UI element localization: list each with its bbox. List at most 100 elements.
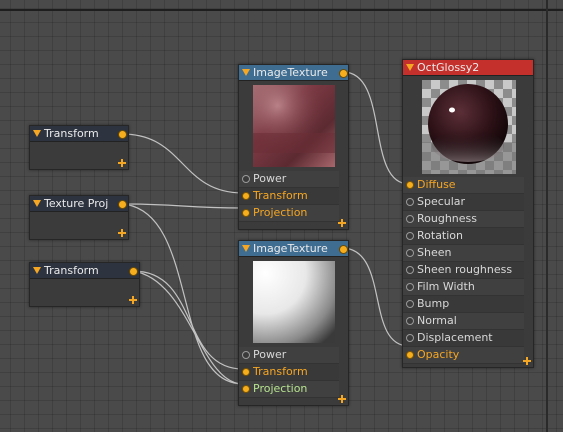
pin-projection[interactable]: Projection <box>239 205 339 222</box>
pin-transform[interactable]: Transform <box>239 364 339 381</box>
pin-normal[interactable]: Normal <box>403 313 524 330</box>
resize-handle-icon[interactable] <box>338 219 346 227</box>
image-texture-node-2[interactable]: ImageTexture Power Transform Projection <box>238 240 349 406</box>
pin-label: Opacity <box>417 348 460 361</box>
pin-socket-icon[interactable] <box>406 249 414 257</box>
collapse-triangle-icon[interactable] <box>33 267 41 274</box>
pin-label: Film Width <box>417 280 475 293</box>
pin-label: Transform <box>253 189 308 202</box>
pin-socket-icon[interactable] <box>242 368 250 376</box>
pin-socket-icon[interactable] <box>406 351 414 359</box>
pin-label: Projection <box>253 206 308 219</box>
pin-socket-icon[interactable] <box>406 334 414 342</box>
pin-label: Roughness <box>417 212 478 225</box>
input-pin-list: Power Transform Projection <box>239 171 339 222</box>
pin-label: Specular <box>417 195 466 208</box>
transform-node-1[interactable]: Transform <box>29 125 129 170</box>
output-pin-icon[interactable] <box>339 69 348 78</box>
pin-film-width[interactable]: Film Width <box>403 279 524 296</box>
pin-projection[interactable]: Projection <box>239 381 339 398</box>
pin-sheen[interactable]: Sheen <box>403 245 524 262</box>
pin-power[interactable]: Power <box>239 171 339 188</box>
wire-transform1-to-imagetexture1-transform <box>121 133 244 194</box>
input-pin-list: Power Transform Projection <box>239 347 339 398</box>
wire-textureproj-to-imagetexture2-projection <box>121 203 244 385</box>
output-pin-icon[interactable] <box>129 267 138 276</box>
node-header[interactable]: ImageTexture <box>239 241 348 257</box>
pin-socket-icon[interactable] <box>242 175 250 183</box>
pin-label: Sheen roughness <box>417 263 513 276</box>
node-header[interactable]: ImageTexture <box>239 65 348 81</box>
transform-node-2[interactable]: Transform <box>29 262 140 307</box>
collapse-triangle-icon[interactable] <box>242 245 250 252</box>
pin-socket-icon[interactable] <box>406 317 414 325</box>
oct-glossy-material-node[interactable]: OctGlossy2 Diffuse Specular Roughness Ro… <box>402 59 534 368</box>
output-pin-icon[interactable] <box>339 245 348 254</box>
pin-displacement[interactable]: Displacement <box>403 330 524 347</box>
node-title: ImageTexture <box>253 242 328 255</box>
node-title: Transform <box>44 127 99 140</box>
node-header[interactable]: Transform <box>30 126 128 142</box>
pin-label: Normal <box>417 314 457 327</box>
pin-socket-icon[interactable] <box>242 385 250 393</box>
canvas-right-divider <box>546 0 548 432</box>
pin-socket-icon[interactable] <box>242 351 250 359</box>
pin-label: Power <box>253 348 287 361</box>
pin-socket-icon[interactable] <box>406 215 414 223</box>
pin-label: Diffuse <box>417 178 456 191</box>
texture-preview-image <box>253 261 335 343</box>
texture-proj-node[interactable]: Texture Proj <box>29 195 129 240</box>
collapse-triangle-icon[interactable] <box>242 69 250 76</box>
image-texture-node-1[interactable]: ImageTexture Power Transform Projection <box>238 64 349 230</box>
node-title: OctGlossy2 <box>417 61 480 74</box>
collapse-triangle-icon[interactable] <box>33 200 41 207</box>
pin-socket-icon[interactable] <box>406 232 414 240</box>
output-pin-icon[interactable] <box>118 130 127 139</box>
pin-power[interactable]: Power <box>239 347 339 364</box>
node-header[interactable]: Transform <box>30 263 139 279</box>
pin-socket-icon[interactable] <box>242 192 250 200</box>
wire-textureproj-to-imagetexture1-projection <box>121 203 244 209</box>
collapse-triangle-icon[interactable] <box>33 130 41 137</box>
resize-handle-icon[interactable] <box>129 296 137 304</box>
pin-socket-icon[interactable] <box>406 266 414 274</box>
node-title: Texture Proj <box>44 197 109 210</box>
pin-bump[interactable]: Bump <box>403 296 524 313</box>
pin-socket-icon[interactable] <box>406 300 414 308</box>
node-header[interactable]: Texture Proj <box>30 196 128 212</box>
pin-label: Projection <box>253 382 308 395</box>
pin-specular[interactable]: Specular <box>403 194 524 211</box>
collapse-triangle-icon[interactable] <box>406 64 414 71</box>
resize-handle-icon[interactable] <box>523 357 531 365</box>
pin-diffuse[interactable]: Diffuse <box>403 177 524 194</box>
resize-handle-icon[interactable] <box>118 229 126 237</box>
pin-label: Bump <box>417 297 450 310</box>
pin-label: Displacement <box>417 331 493 344</box>
resize-handle-icon[interactable] <box>118 159 126 167</box>
pin-rotation[interactable]: Rotation <box>403 228 524 245</box>
canvas-top-divider <box>0 9 563 11</box>
pin-sheen-roughness[interactable]: Sheen roughness <box>403 262 524 279</box>
input-pin-list: Diffuse Specular Roughness Rotation Shee… <box>403 177 524 364</box>
wire-imagetexture2-to-opacity <box>342 247 410 347</box>
pin-transform[interactable]: Transform <box>239 188 339 205</box>
wire-imagetexture1-to-diffuse <box>342 71 410 185</box>
pin-label: Transform <box>253 365 308 378</box>
texture-preview-image <box>253 85 335 167</box>
pin-opacity[interactable]: Opacity <box>403 347 524 364</box>
pin-label: Sheen <box>417 246 452 259</box>
wire-transform2-to-imagetexture2-transform <box>132 270 244 370</box>
pin-label: Power <box>253 172 287 185</box>
pin-roughness[interactable]: Roughness <box>403 211 524 228</box>
pin-socket-icon[interactable] <box>406 283 414 291</box>
output-pin-icon[interactable] <box>118 200 127 209</box>
pin-label: Rotation <box>417 229 464 242</box>
wire-transform2-to-imagetexture2-projection <box>132 270 244 385</box>
node-header[interactable]: OctGlossy2 <box>403 60 533 76</box>
pin-socket-icon[interactable] <box>406 181 414 189</box>
node-title: Transform <box>44 264 99 277</box>
pin-socket-icon[interactable] <box>406 198 414 206</box>
pin-socket-icon[interactable] <box>242 209 250 217</box>
material-preview-sphere <box>422 80 516 174</box>
resize-handle-icon[interactable] <box>338 395 346 403</box>
